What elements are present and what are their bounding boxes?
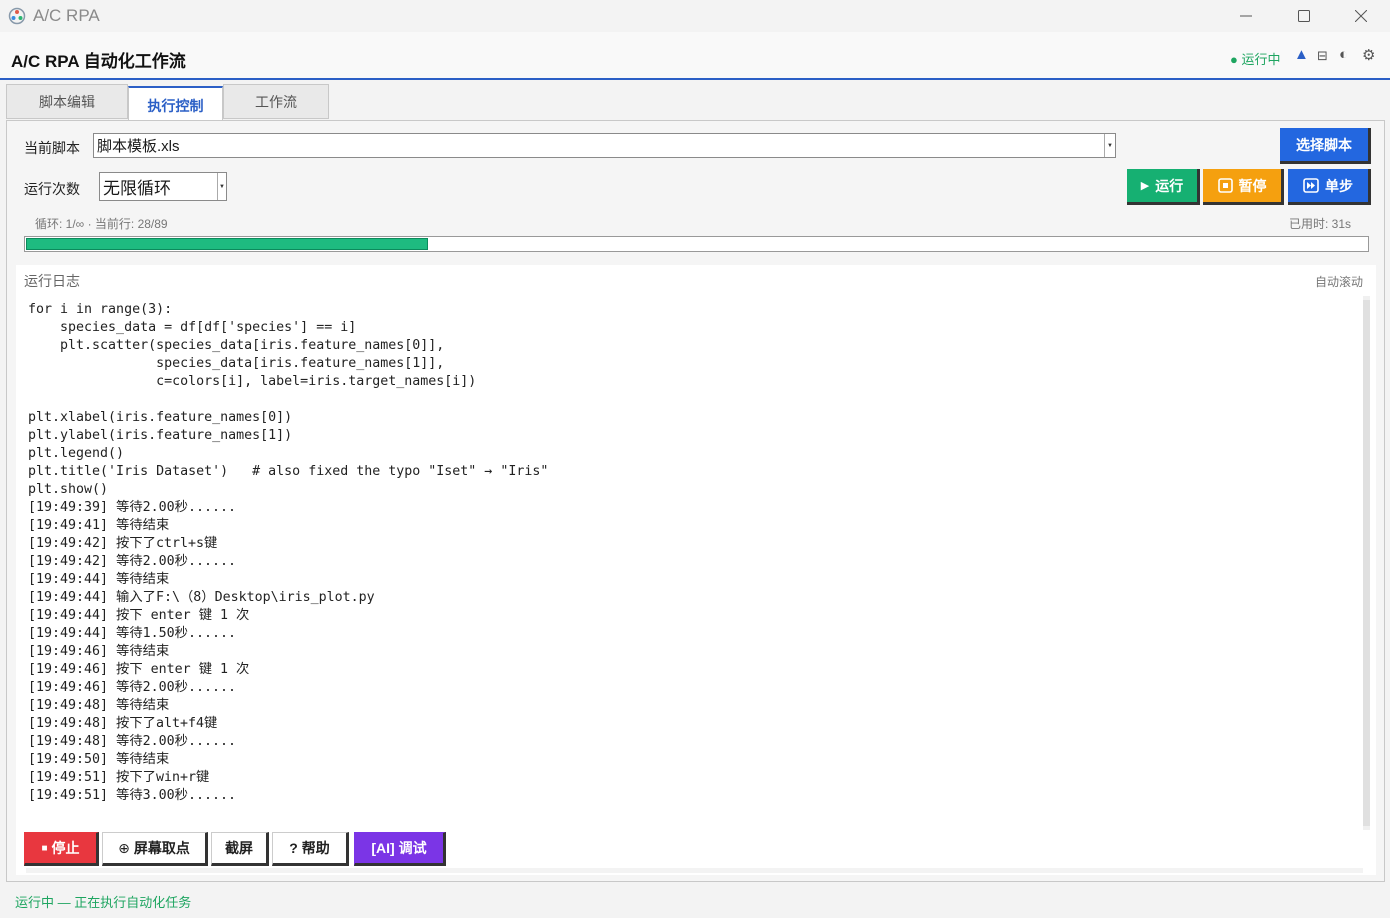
step-label: 单步: [1325, 177, 1353, 194]
log-line: [19:49:46] 等待2.00秒......: [28, 680, 237, 695]
app-title: A/C RPA 自动化工作流: [11, 52, 186, 71]
close-icon: [1355, 10, 1367, 22]
log-line: [19:49:44] 输入了F:\（8）Desktop\iris_plot.py: [28, 590, 375, 605]
window-title: A/C RPA: [33, 6, 100, 25]
window-titlebar: A/C RPA: [0, 0, 1390, 32]
theme-toggle-icon[interactable]: ◐: [1339, 46, 1348, 63]
stop-icon: ■: [41, 842, 48, 854]
run-button[interactable]: ▶ 运行: [1127, 169, 1200, 205]
tab-script-edit[interactable]: 脚本编辑: [6, 84, 128, 119]
step-forward-icon: [1303, 178, 1319, 193]
running-status-label: 运行中: [1241, 52, 1281, 67]
step-button[interactable]: 单步: [1288, 169, 1371, 205]
log-vertical-scrollbar[interactable]: [1363, 296, 1370, 830]
stop-label: 停止: [51, 840, 80, 856]
ai-debug-button[interactable]: [AI] 调试: [354, 832, 446, 866]
log-line: [19:49:44] 等待结束: [28, 572, 170, 587]
minimize-icon: [1240, 15, 1252, 17]
log-line: plt.title('Iris Dataset') # also fixed t…: [28, 464, 549, 479]
exec-control-panel: 当前脚本 脚本模板.xls ▼ 选择脚本 运行次数 无限循环 ▼ ▶ 运行 暂停…: [6, 120, 1385, 882]
script-select[interactable]: 脚本模板.xls ▼: [93, 133, 1116, 158]
log-line: [19:49:48] 等待2.00秒......: [28, 734, 237, 749]
log-line: [19:49:46] 等待结束: [28, 644, 170, 659]
log-line: [19:49:51] 按下了win+r键: [28, 770, 210, 785]
log-line: plt.scatter(species_data[iris.feature_na…: [28, 338, 445, 353]
status-dot-icon: ●: [1230, 52, 1238, 67]
log-title: 运行日志: [24, 273, 80, 289]
running-status: ● 运行中: [1230, 49, 1281, 68]
crosshair-icon: ⊕: [118, 839, 130, 856]
loop-progress-text: 循环: 1/∞ · 当前行: 28/89: [35, 217, 168, 231]
log-line: for i in range(3):: [28, 302, 173, 317]
log-line: plt.xlabel(iris.feature_names[0]): [28, 410, 293, 425]
pause-label: 暂停: [1238, 177, 1267, 194]
run-count-value: 无限循环: [103, 179, 171, 198]
screen-pick-button[interactable]: ⊕ 屏幕取点: [102, 832, 208, 866]
maximize-button[interactable]: [1275, 0, 1333, 32]
run-label: 运行: [1155, 177, 1184, 194]
log-line: species_data = df[df['species'] == i]: [28, 320, 357, 335]
log-line: c=colors[i], label=iris.target_names[i]): [28, 374, 477, 389]
run-count-select[interactable]: 无限循环 ▼: [99, 172, 227, 201]
log-horizontal-scrollbar[interactable]: [26, 868, 1363, 873]
autoscroll-toggle[interactable]: 自动滚动: [1315, 273, 1363, 290]
tab-exec-control[interactable]: 执行控制: [128, 86, 223, 123]
log-line: plt.ylabel(iris.feature_names[1]): [28, 428, 293, 443]
elapsed-time-text: 已用时: 31s: [1289, 217, 1352, 231]
progress-bar: [24, 236, 1369, 252]
play-icon: ▶: [1140, 180, 1150, 192]
select-script-button[interactable]: 选择脚本: [1280, 128, 1371, 164]
log-line: [19:49:41] 等待结束: [28, 518, 170, 533]
minimize-button[interactable]: [1217, 0, 1275, 32]
log-line: [19:49:42] 按下了ctrl+s键: [28, 536, 218, 551]
current-script-label: 当前脚本: [24, 140, 80, 156]
pause-button[interactable]: 暂停: [1203, 169, 1284, 205]
log-panel: 运行日志 自动滚动 for i in range(3): species_dat…: [16, 265, 1376, 875]
app-header: A/C RPA 自动化工作流 ● 运行中 ▲ ⊟ ◐ ⚙: [0, 32, 1390, 80]
log-line: species_data[iris.feature_names[1]],: [28, 356, 445, 371]
stop-button[interactable]: ■ 停止: [24, 832, 99, 866]
screenshot-button[interactable]: 截屏: [211, 832, 269, 866]
chevron-down-icon: ▼: [217, 173, 226, 200]
log-line: [19:49:44] 等待1.50秒......: [28, 626, 237, 641]
log-line: [19:49:51] 等待3.00秒......: [28, 788, 237, 803]
log-scroll-thumb[interactable]: [1363, 300, 1370, 826]
upload-icon[interactable]: ▲: [1294, 46, 1309, 63]
compact-layout-icon[interactable]: ⊟: [1317, 48, 1328, 64]
stop-square-icon: [1217, 178, 1233, 193]
ai-debug-label: [AI] 调试: [371, 840, 427, 856]
chevron-down-icon: ▼: [1104, 134, 1115, 157]
footer-status: 运行中 — 正在执行自动化任务: [15, 895, 192, 910]
progress-bar-fill: [26, 238, 429, 250]
log-line: plt.show(): [28, 482, 109, 497]
script-select-value: 脚本模板.xls: [97, 138, 180, 155]
log-output[interactable]: for i in range(3): species_data = df[df[…: [26, 296, 1362, 829]
screenshot-label: 截屏: [225, 840, 253, 856]
app-logo-icon: [8, 7, 26, 25]
run-count-label: 运行次数: [24, 181, 80, 197]
maximize-icon: [1298, 10, 1310, 22]
settings-gear-icon[interactable]: ⚙: [1362, 46, 1375, 64]
log-line: plt.legend(): [28, 446, 125, 461]
select-script-label: 选择脚本: [1296, 136, 1352, 153]
log-line: [19:49:44] 按下 enter 键 1 次: [28, 608, 250, 623]
close-button[interactable]: [1332, 0, 1390, 32]
help-button[interactable]: ? 帮助: [272, 832, 349, 866]
log-lines: for i in range(3): species_data = df[df[…: [28, 301, 548, 805]
help-label: ? 帮助: [289, 840, 330, 856]
log-line: [19:49:46] 按下 enter 键 1 次: [28, 662, 250, 677]
log-line: [19:49:48] 按下了alt+f4键: [28, 716, 218, 731]
log-line: [19:49:50] 等待结束: [28, 752, 170, 767]
tab-workflow[interactable]: 工作流: [223, 84, 329, 119]
log-line: [19:49:48] 等待结束: [28, 698, 170, 713]
log-line: [19:49:39] 等待2.00秒......: [28, 500, 237, 515]
screen-pick-label: 屏幕取点: [133, 840, 190, 856]
log-line: [19:49:42] 等待2.00秒......: [28, 554, 237, 569]
